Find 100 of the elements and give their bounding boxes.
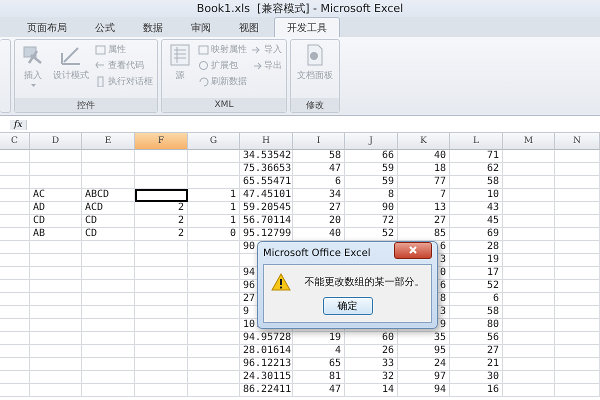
table-cell: 32 (345, 371, 398, 384)
column-header[interactable]: J (345, 133, 398, 150)
empty-cell (82, 280, 135, 293)
column-header[interactable]: K (398, 133, 450, 150)
empty-cell (503, 150, 555, 163)
table-cell: AC (30, 189, 82, 202)
table-cell: CD (30, 215, 82, 228)
table-cell: 27 (293, 202, 345, 215)
empty-cell (0, 150, 30, 163)
empty-cell (0, 176, 30, 189)
table-cell: 59.20545 (240, 202, 293, 215)
table-cell: 8 (345, 189, 398, 202)
empty-cell (0, 384, 30, 397)
empty-cell (0, 319, 30, 332)
empty-cell (503, 293, 555, 306)
column-header[interactable]: H (240, 133, 293, 150)
empty-cell (0, 371, 30, 384)
empty-cell (503, 267, 555, 280)
table-cell: 4 (293, 345, 345, 358)
column-header[interactable]: F (135, 133, 188, 150)
table-cell: 97 (398, 371, 450, 384)
table-cell: 86.22411 (240, 384, 293, 397)
empty-cell (82, 332, 135, 345)
table-cell: 27 (398, 215, 450, 228)
ribbon-tab[interactable]: 页面布局 (14, 17, 80, 37)
column-header[interactable]: M (503, 133, 555, 150)
close-button[interactable] (394, 242, 432, 258)
ribbon-tab[interactable]: 数据 (130, 17, 176, 37)
empty-cell (555, 358, 600, 371)
ribbon-tab[interactable]: 审阅 (178, 17, 224, 37)
empty-cell (30, 306, 82, 319)
empty-cell (0, 228, 30, 241)
empty-cell (82, 176, 135, 189)
empty-cell (555, 163, 600, 176)
table-cell: CD (82, 228, 135, 241)
empty-cell (555, 293, 600, 306)
table-cell: 35 (398, 332, 450, 345)
function-button[interactable]: fx (10, 120, 28, 130)
empty-cell (82, 150, 135, 163)
table-cell: 33 (345, 358, 398, 371)
table-cell: ACD (82, 202, 135, 215)
table-cell: 16 (450, 384, 503, 397)
ribbon-tab[interactable]: 视图 (226, 17, 272, 37)
table-cell: 94 (398, 384, 450, 397)
table-cell: 65 (293, 358, 345, 371)
empty-cell (30, 319, 82, 332)
table-cell: 24.30115 (240, 371, 293, 384)
refresh-icon (198, 76, 209, 86)
table-cell: 58 (293, 150, 345, 163)
table-cell: 47 (293, 163, 345, 176)
empty-cell (0, 267, 30, 280)
column-header[interactable]: C (0, 133, 30, 150)
empty-cell (188, 241, 240, 254)
empty-cell (82, 163, 135, 176)
ribbon-tab[interactable]: 公式 (82, 17, 128, 37)
empty-cell (503, 371, 555, 384)
table-cell: 1 (188, 202, 240, 215)
empty-cell (188, 150, 240, 163)
empty-cell (30, 293, 82, 306)
empty-cell (30, 150, 82, 163)
ok-button[interactable]: 确定 (322, 296, 372, 314)
table-cell: 71 (450, 150, 503, 163)
column-header[interactable]: D (30, 133, 82, 150)
table-cell: 6 (450, 293, 503, 306)
empty-cell (503, 384, 555, 397)
empty-cell (135, 306, 188, 319)
empty-cell (555, 176, 600, 189)
column-header[interactable]: E (82, 133, 135, 150)
empty-cell (82, 306, 135, 319)
table-cell: 65.55471 (240, 176, 293, 189)
table-cell: 77 (398, 176, 450, 189)
table-cell: 1 (188, 215, 240, 228)
empty-cell (555, 306, 600, 319)
empty-cell (503, 319, 555, 332)
empty-cell (555, 345, 600, 358)
table-cell: 26 (345, 345, 398, 358)
empty-cell (135, 254, 188, 267)
empty-cell (188, 306, 240, 319)
column-header[interactable]: G (188, 133, 240, 150)
table-cell: 96.12213 (240, 358, 293, 371)
empty-cell (555, 267, 600, 280)
empty-cell (555, 228, 600, 241)
table-cell: 34 (293, 189, 345, 202)
empty-cell (82, 241, 135, 254)
ribbon-tab[interactable]: 开发工具 (274, 17, 340, 37)
column-header[interactable]: N (555, 133, 600, 150)
table-cell: 21 (450, 358, 503, 371)
column-header[interactable]: I (293, 133, 345, 150)
empty-cell (503, 215, 555, 228)
empty-cell (0, 163, 30, 176)
empty-cell (188, 176, 240, 189)
table-cell: 24 (398, 358, 450, 371)
empty-cell (503, 241, 555, 254)
empty-cell (30, 280, 82, 293)
column-header[interactable]: L (450, 133, 503, 150)
empty-cell (555, 280, 600, 293)
empty-cell (0, 280, 30, 293)
table-cell: 47.45101 (240, 189, 293, 202)
empty-cell (503, 345, 555, 358)
empty-cell (30, 254, 82, 267)
